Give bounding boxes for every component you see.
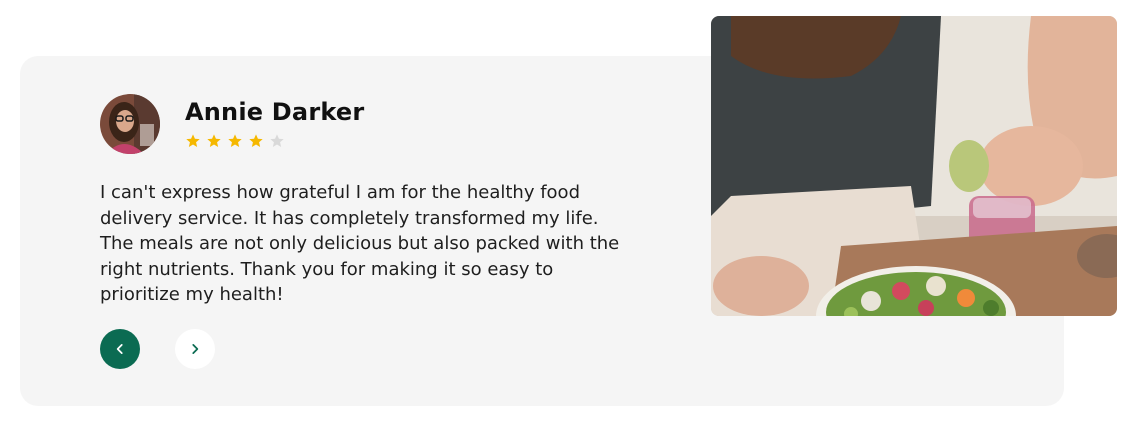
- testimonial-quote: I can't express how grateful I am for th…: [100, 182, 620, 305]
- star-filled-icon: [207, 134, 221, 147]
- testimonial-photo: [711, 16, 1117, 316]
- star-empty-icon: [270, 134, 284, 147]
- reviewer-avatar: [100, 94, 160, 154]
- previous-testimonial-button[interactable]: [100, 329, 140, 369]
- star-filled-icon: [228, 134, 242, 147]
- reviewer-name: Annie Darker: [185, 98, 365, 126]
- star-filled-icon: [186, 134, 200, 147]
- chevron-right-icon: [192, 344, 199, 354]
- next-testimonial-button[interactable]: [175, 329, 215, 369]
- star-filled-icon: [249, 134, 263, 147]
- testimonial-section: Annie Darker I can't express how gratefu…: [0, 0, 1137, 430]
- chevron-left-icon: [116, 344, 123, 354]
- star-rating: [185, 133, 285, 149]
